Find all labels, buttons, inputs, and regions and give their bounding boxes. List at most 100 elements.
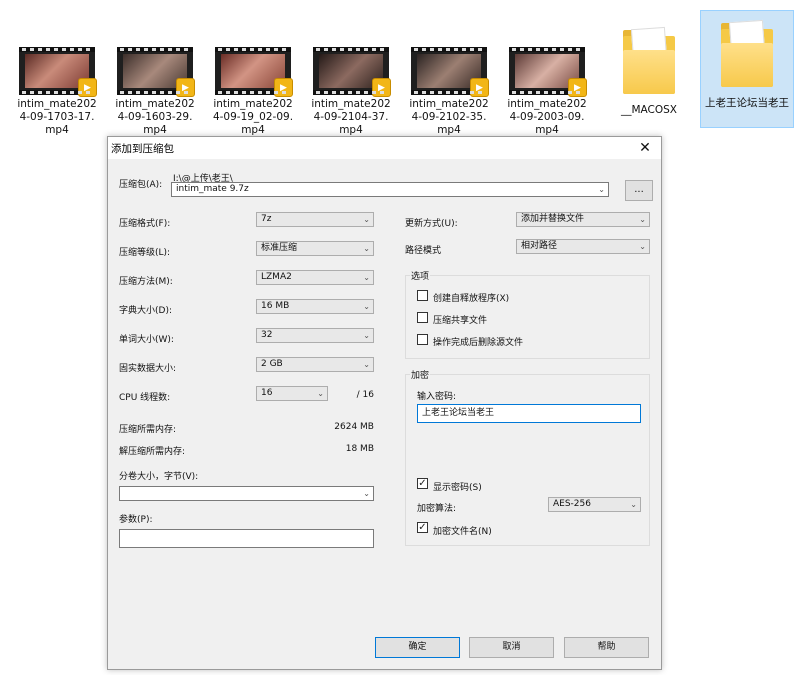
help-button[interactable]: 帮助: [564, 637, 649, 658]
delete-label: 操作完成后删除源文件: [433, 338, 524, 348]
video-file-icon-4[interactable]: ▶ intim_mate2024-09-2104-37.mp4: [306, 8, 396, 137]
cpu-label: CPU 线程数:: [119, 393, 171, 403]
volume-label: 分卷大小，字节(V):: [119, 472, 199, 482]
options-title: 选项: [410, 269, 431, 282]
word-value: 32: [261, 330, 273, 340]
chevron-down-icon: ⌄: [363, 302, 370, 311]
params-label: 参数(P):: [119, 515, 153, 525]
dict-select[interactable]: 16 MB ⌄: [256, 299, 374, 314]
level-label: 压缩等级(L):: [119, 248, 171, 258]
volume-combo[interactable]: ⌄: [119, 486, 374, 501]
file-label: intim_mate2024-09-1603-29.mp4: [115, 98, 195, 136]
word-label: 单词大小(W):: [119, 335, 174, 345]
update-label: 更新方式(U):: [405, 219, 458, 229]
password-input[interactable]: 上老王论坛当老王: [417, 404, 641, 423]
solid-select[interactable]: 2 GB ⌄: [256, 357, 374, 372]
folder-laowang[interactable]: 上老王论坛当老王: [700, 10, 794, 128]
folder-icon: [719, 19, 775, 89]
mem-comp-label: 压缩所需内存:: [119, 425, 177, 435]
encrypt-names-label: 加密文件名(N): [433, 527, 492, 537]
video-file-icon-1[interactable]: ▶ intim_mate2024-09-1703-17.mp4: [12, 8, 102, 137]
method-select[interactable]: LZMA2 ⌄: [256, 270, 374, 285]
player-icon: ▶: [470, 78, 489, 97]
chevron-down-icon: ⌄: [363, 273, 370, 282]
dialog-title: 添加到压缩包: [111, 143, 174, 155]
delete-checkbox[interactable]: [417, 334, 428, 345]
pathmode-value: 相对路径: [521, 241, 558, 251]
method-label: 压缩方法(M):: [119, 277, 173, 287]
mem-comp-value: 2624 MB: [334, 422, 374, 432]
cpu-value: 16: [261, 388, 273, 398]
folder-label: 上老王论坛当老王: [705, 97, 789, 109]
method-value: LZMA2: [261, 272, 292, 282]
video-file-icon-6[interactable]: ▶ intim_mate2024-09-2003-09.mp4: [502, 8, 592, 137]
chevron-down-icon: ⌄: [317, 389, 324, 398]
cancel-button[interactable]: 取消: [469, 637, 554, 658]
browse-button[interactable]: ...: [625, 180, 653, 201]
enc-method-value: AES-256: [553, 499, 591, 509]
format-value: 7z: [261, 214, 272, 224]
video-file-icon-2[interactable]: ▶ intim_mate2024-09-1603-29.mp4: [110, 8, 200, 137]
chevron-down-icon: ⌄: [598, 185, 605, 194]
player-icon: ▶: [372, 78, 391, 97]
show-password-checkbox[interactable]: ✓: [417, 478, 428, 489]
chevron-down-icon: ⌄: [639, 215, 646, 224]
video-thumbnail: ▶: [19, 47, 97, 97]
file-label: intim_mate2024-09-2003-09.mp4: [507, 98, 587, 136]
chevron-down-icon: ⌄: [363, 331, 370, 340]
dict-label: 字典大小(D):: [119, 306, 172, 316]
level-select[interactable]: 标准压缩 ⌄: [256, 241, 374, 256]
video-thumbnail: ▶: [411, 47, 489, 97]
video-file-icon-5[interactable]: ▶ intim_mate2024-09-2102-35.mp4: [404, 8, 494, 137]
update-select[interactable]: 添加并替换文件 ⌄: [516, 212, 650, 227]
pathmode-select[interactable]: 相对路径 ⌄: [516, 239, 650, 254]
pathmode-label: 路径模式: [405, 246, 442, 256]
chevron-down-icon: ⌄: [363, 215, 370, 224]
chevron-down-icon: ⌄: [639, 242, 646, 251]
update-value: 添加并替换文件: [521, 214, 585, 224]
sfx-label: 创建自释放程序(X): [433, 294, 510, 304]
video-file-icon-3[interactable]: ▶ intim_mate2024-09-19_02-09.mp4: [208, 8, 298, 137]
chevron-down-icon: ⌄: [363, 244, 370, 253]
dialog-titlebar: 添加到压缩包 ✕: [108, 137, 661, 159]
player-icon: ▶: [568, 78, 587, 97]
archive-name-value: intim_mate 9.7z: [176, 184, 249, 194]
mem-decomp-label: 解压缩所需内存:: [119, 447, 186, 457]
video-thumbnail: ▶: [215, 47, 293, 97]
solid-label: 固实数据大小:: [119, 364, 177, 374]
video-thumbnail: ▶: [117, 47, 195, 97]
video-thumbnail: ▶: [509, 47, 587, 97]
cpu-select[interactable]: 16 ⌄: [256, 386, 328, 401]
encryption-group: 加密 输入密码: 上老王论坛当老王 ✓ 显示密码(S) 加密算法: AES-25…: [405, 368, 650, 546]
archive-label: 压缩包(A):: [119, 180, 163, 190]
shared-checkbox[interactable]: [417, 312, 428, 323]
options-group: 选项 创建自释放程序(X) 压缩共享文件 操作完成后删除源文件: [405, 269, 650, 359]
folder-macosx[interactable]: __MACOSX: [604, 8, 694, 117]
encryption-title: 加密: [410, 368, 431, 381]
file-label: intim_mate2024-09-1703-17.mp4: [17, 98, 97, 136]
add-to-archive-dialog: 添加到压缩包 ✕ 压缩包(A): I:\@上传\老王\ intim_mate 9…: [107, 136, 662, 670]
show-password-label: 显示密码(S): [433, 483, 482, 493]
player-icon: ▶: [274, 78, 293, 97]
chevron-down-icon: ⌄: [630, 500, 637, 509]
file-label: intim_mate2024-09-19_02-09.mp4: [212, 98, 294, 136]
enc-method-label: 加密算法:: [417, 504, 457, 514]
params-input[interactable]: [119, 529, 374, 548]
folder-icon: [621, 26, 677, 96]
password-label: 输入密码:: [417, 392, 457, 402]
format-label: 压缩格式(F):: [119, 219, 171, 229]
encrypt-names-checkbox[interactable]: ✓: [417, 522, 428, 533]
format-select[interactable]: 7z ⌄: [256, 212, 374, 227]
enc-method-select[interactable]: AES-256 ⌄: [548, 497, 641, 512]
chevron-down-icon: ⌄: [363, 360, 370, 369]
word-select[interactable]: 32 ⌄: [256, 328, 374, 343]
sfx-checkbox[interactable]: [417, 290, 428, 301]
archive-name-combo[interactable]: intim_mate 9.7z ⌄: [171, 182, 609, 197]
file-label: intim_mate2024-09-2102-35.mp4: [409, 98, 489, 136]
chevron-down-icon: ⌄: [363, 489, 370, 498]
close-icon[interactable]: ✕: [633, 138, 657, 158]
video-thumbnail: ▶: [313, 47, 391, 97]
shared-label: 压缩共享文件: [433, 316, 488, 326]
ok-button[interactable]: 确定: [375, 637, 460, 658]
dict-value: 16 MB: [261, 301, 290, 311]
